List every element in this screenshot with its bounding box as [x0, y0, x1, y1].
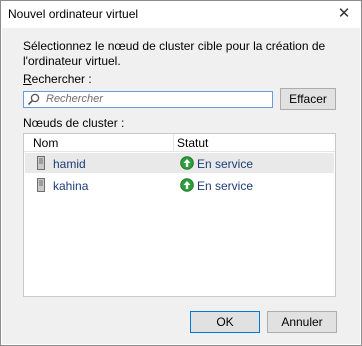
column-header-status[interactable]: Statut — [177, 136, 208, 150]
cluster-node-list[interactable]: Nom Statut hamid En service kahina En se… — [23, 133, 336, 297]
search-label: Rechercher : — [23, 72, 92, 86]
server-icon — [37, 178, 45, 192]
clear-button[interactable]: Effacer — [280, 88, 336, 110]
column-separator — [173, 134, 174, 151]
search-icon — [27, 93, 40, 106]
list-header: Nom Statut — [24, 134, 335, 152]
window-title: Nouvel ordinateur virtuel — [8, 7, 139, 21]
node-status: En service — [197, 157, 254, 171]
cancel-button[interactable]: Annuler — [267, 311, 337, 333]
dialog-window: Nouvel ordinateur virtuel ✕ Sélectionnez… — [0, 0, 362, 346]
node-name: kahina — [53, 179, 89, 193]
up-arrow-status-icon — [180, 178, 194, 192]
instruction-text: Sélectionnez le nœud de cluster cible po… — [23, 39, 326, 68]
column-header-name[interactable]: Nom — [33, 136, 58, 150]
table-row[interactable]: hamid En service — [25, 153, 334, 173]
close-icon[interactable]: ✕ — [337, 6, 351, 21]
node-status: En service — [197, 179, 254, 193]
search-placeholder: Rechercher — [46, 93, 103, 105]
title-bar: Nouvel ordinateur virtuel ✕ — [1, 1, 361, 27]
up-arrow-status-icon — [180, 156, 194, 170]
cluster-nodes-label: Nœuds de cluster : — [23, 116, 125, 130]
node-name: hamid — [53, 157, 86, 171]
ok-button[interactable]: OK — [190, 311, 260, 333]
dialog-body: Sélectionnez le nœud de cluster cible po… — [2, 28, 360, 344]
table-row[interactable]: kahina En service — [25, 175, 334, 195]
search-input[interactable]: Rechercher — [23, 91, 273, 108]
server-icon — [37, 156, 45, 170]
